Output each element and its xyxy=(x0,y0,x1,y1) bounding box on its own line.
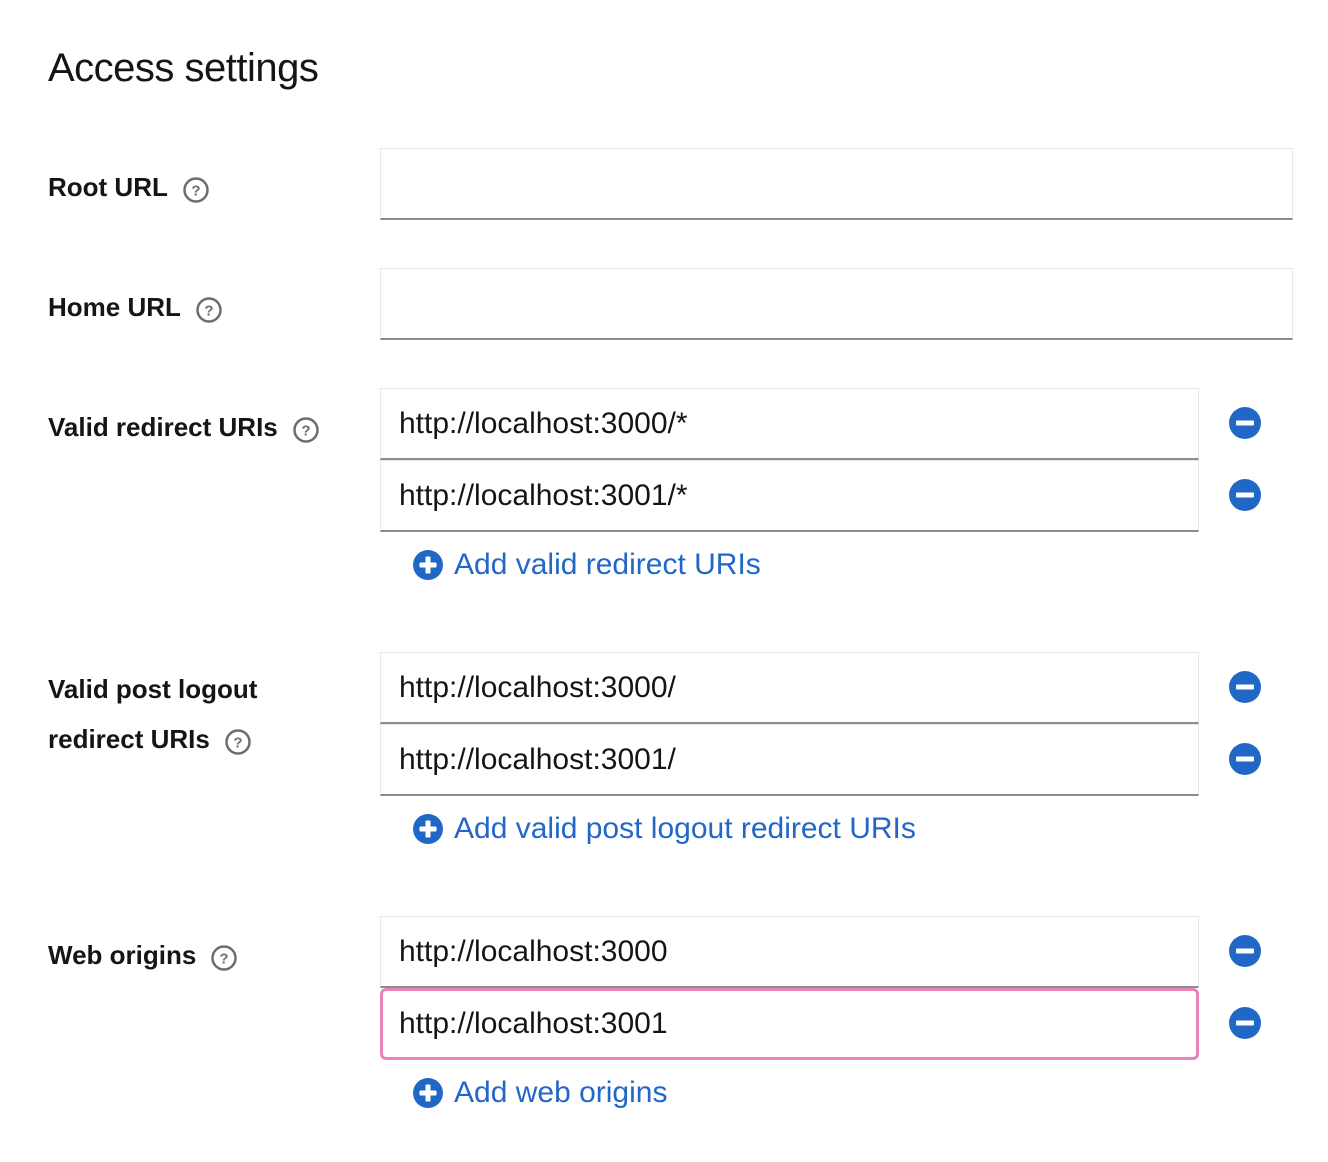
redirect-uri-input[interactable] xyxy=(380,460,1199,532)
home-url-label-text: Home URL xyxy=(48,292,181,323)
plus-circle-icon xyxy=(413,550,443,580)
help-icon[interactable]: ? xyxy=(195,291,223,323)
post-logout-label-line1: Valid post logout xyxy=(48,674,258,704)
svg-text:?: ? xyxy=(191,183,200,200)
add-redirect-uri-label: Add valid redirect URIs xyxy=(454,548,761,581)
post-logout-redirect-uris-label: Valid post logout redirect URIs? xyxy=(48,665,257,763)
minus-circle-icon[interactable] xyxy=(1228,742,1262,776)
web-origins-label: Web origins? xyxy=(48,929,238,979)
plus-circle-icon xyxy=(413,1078,443,1108)
minus-circle-icon[interactable] xyxy=(1228,1006,1262,1040)
minus-circle-icon[interactable] xyxy=(1228,934,1262,968)
add-web-origin-button[interactable]: Add web origins xyxy=(412,1076,667,1110)
web-origins-label-text: Web origins xyxy=(48,940,197,971)
help-icon[interactable]: ? xyxy=(224,723,252,755)
svg-text:?: ? xyxy=(220,951,229,968)
root-url-label-text: Root URL xyxy=(48,172,168,203)
root-url-input[interactable] xyxy=(380,148,1293,220)
minus-circle-icon[interactable] xyxy=(1228,670,1262,704)
add-redirect-uri-button[interactable]: Add valid redirect URIs xyxy=(412,548,761,582)
minus-circle-icon[interactable] xyxy=(1228,406,1262,440)
minus-circle-icon[interactable] xyxy=(1228,478,1262,512)
post-logout-label-line2: redirect URIs xyxy=(48,724,210,755)
section-title: Access settings xyxy=(48,46,319,90)
svg-text:?: ? xyxy=(301,423,310,440)
help-icon[interactable]: ? xyxy=(182,171,210,203)
valid-redirect-uris-label: Valid redirect URIs? xyxy=(48,401,320,451)
svg-text:?: ? xyxy=(233,735,242,752)
home-url-input[interactable] xyxy=(380,268,1293,340)
web-origin-input[interactable] xyxy=(380,916,1199,988)
home-url-label: Home URL? xyxy=(48,281,223,331)
help-icon[interactable]: ? xyxy=(292,411,320,443)
root-url-label: Root URL? xyxy=(48,161,210,211)
redirect-uri-input[interactable] xyxy=(380,388,1199,460)
post-logout-uri-input[interactable] xyxy=(380,724,1199,796)
help-icon[interactable]: ? xyxy=(210,939,238,971)
add-post-logout-uri-button[interactable]: Add valid post logout redirect URIs xyxy=(412,812,916,846)
plus-circle-icon xyxy=(413,814,443,844)
web-origin-input-focused[interactable] xyxy=(380,988,1199,1060)
add-post-logout-uri-label: Add valid post logout redirect URIs xyxy=(454,812,916,845)
valid-redirect-uris-label-text: Valid redirect URIs xyxy=(48,412,278,443)
svg-text:?: ? xyxy=(204,303,213,320)
add-web-origin-label: Add web origins xyxy=(454,1076,668,1109)
post-logout-uri-input[interactable] xyxy=(380,652,1199,724)
